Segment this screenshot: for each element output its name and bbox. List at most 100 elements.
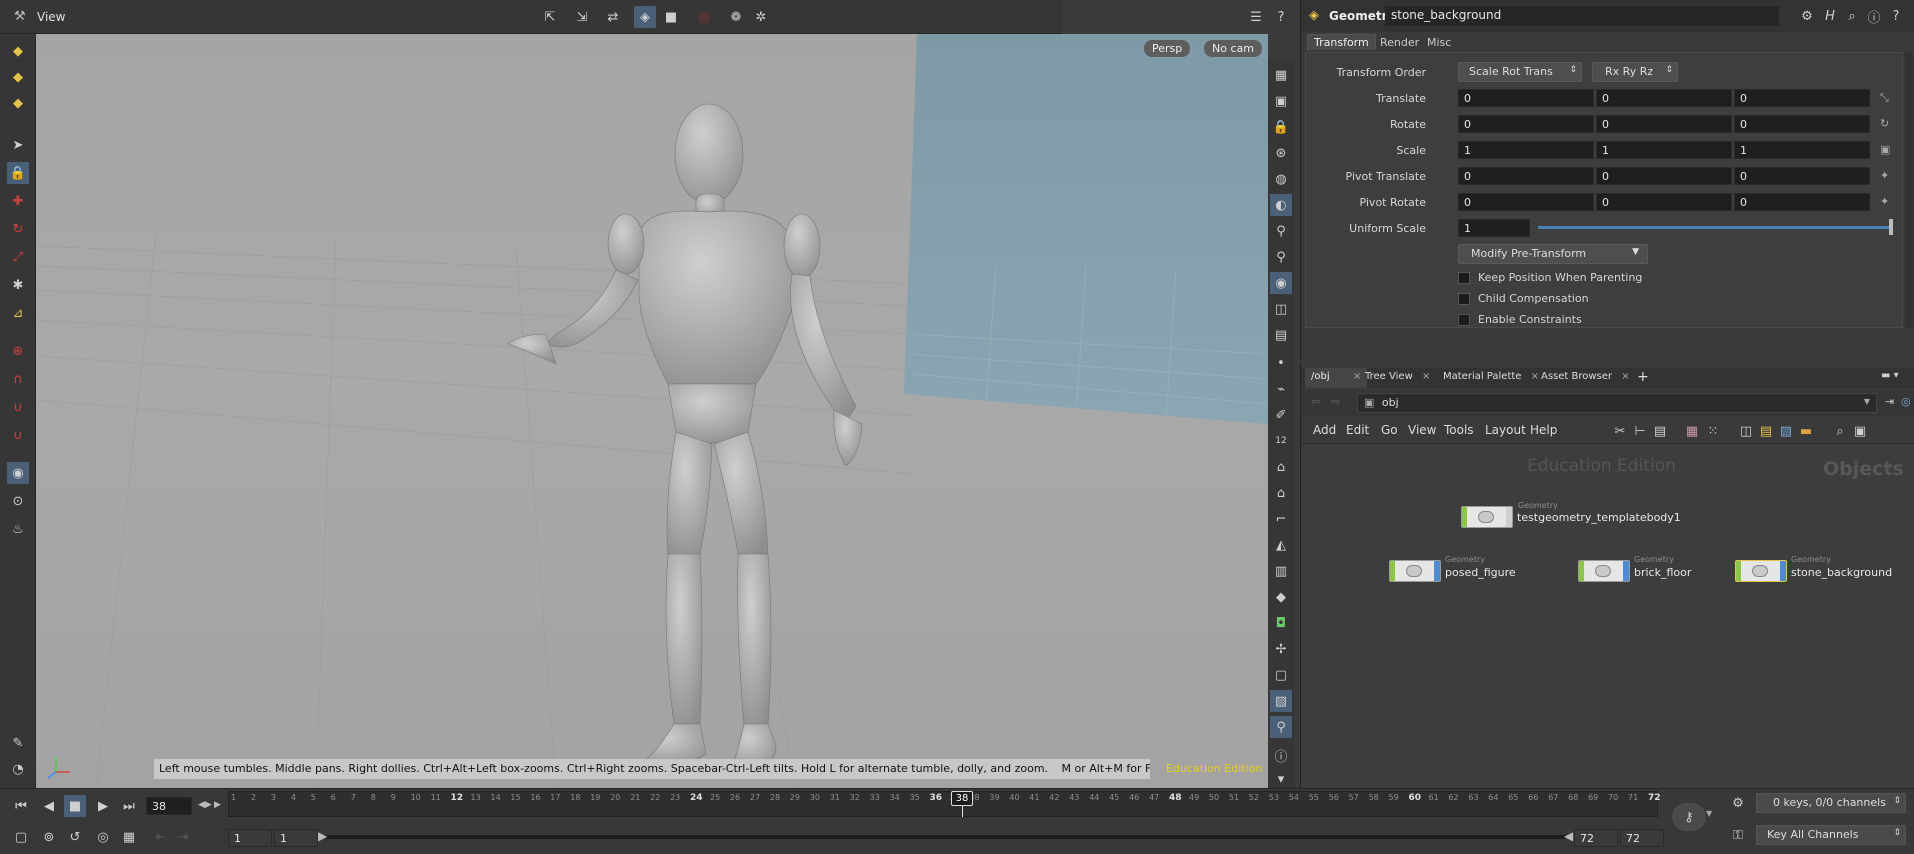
snap-icon[interactable]: ⇲ bbox=[571, 6, 593, 28]
menu-edit[interactable]: Edit bbox=[1346, 423, 1369, 437]
side-icon-25[interactable]: ▧ bbox=[1270, 690, 1292, 712]
node-render-flag[interactable] bbox=[1506, 507, 1512, 527]
forward-icon[interactable]: ⇨ bbox=[1331, 395, 1340, 408]
display-options-icon[interactable]: ◈ bbox=[634, 6, 656, 28]
bottom-tool-icon[interactable]: ✎ bbox=[7, 732, 29, 754]
tag-tool-icon[interactable]: ◆ bbox=[7, 92, 29, 114]
side-icon-14[interactable]: ✐ bbox=[1270, 404, 1292, 426]
network-canvas[interactable]: Education Edition Objects Geometry testg… bbox=[1301, 444, 1914, 788]
keys-info-field[interactable]: 0 keys, 0/0 channels ⇕ bbox=[1756, 793, 1906, 813]
translate-tool-icon[interactable]: ⤡ bbox=[1880, 91, 1889, 105]
node-display-flag[interactable] bbox=[1390, 561, 1395, 581]
bottom-icon-3[interactable]: ↺ bbox=[64, 826, 86, 848]
key-all-channels-field[interactable]: Key All Channels ⇕ bbox=[1756, 825, 1906, 845]
bottom-icon-2[interactable]: ⊚ bbox=[38, 826, 60, 848]
side-icon-28[interactable]: ▾ bbox=[1270, 768, 1292, 790]
side-icon-26[interactable]: ⚲ bbox=[1270, 716, 1292, 738]
record-icon[interactable]: ◎ bbox=[693, 6, 715, 28]
menu-layout[interactable]: Layout bbox=[1485, 423, 1526, 437]
menu-tools[interactable]: Tools bbox=[1444, 423, 1474, 437]
key-channels-icon[interactable]: ⚿ bbox=[1727, 824, 1749, 846]
add-tab-icon[interactable]: + bbox=[1637, 369, 1649, 385]
search-icon[interactable]: ⌕ bbox=[1841, 5, 1863, 27]
side-icon-21[interactable]: ◆ bbox=[1270, 586, 1292, 608]
rotate-x[interactable]: 0 bbox=[1458, 115, 1594, 133]
chevron-down-icon[interactable]: ▼ bbox=[1706, 809, 1712, 818]
help-h-icon[interactable]: H bbox=[1819, 5, 1841, 27]
view-tool-icon[interactable]: ◉ bbox=[7, 462, 29, 484]
keep-position-checkbox[interactable] bbox=[1458, 272, 1470, 284]
rotate-y[interactable]: 0 bbox=[1596, 115, 1732, 133]
node-stone-background[interactable] bbox=[1735, 560, 1787, 582]
rotate-order-select[interactable]: Rx Ry Rz ⇕ bbox=[1592, 62, 1678, 82]
menu-add[interactable]: Add bbox=[1313, 423, 1336, 437]
uniform-scale-handle[interactable] bbox=[1889, 219, 1893, 235]
ghost-icon[interactable]: ■ bbox=[660, 6, 682, 28]
keys-settings-icon[interactable]: ⚙ bbox=[1727, 792, 1749, 814]
range-slider-left-handle[interactable]: ▶ bbox=[318, 829, 327, 843]
side-icon-16[interactable]: ⌂ bbox=[1270, 456, 1292, 478]
range-end-field[interactable]: 72 bbox=[1574, 829, 1618, 847]
box-icon[interactable]: ▬ bbox=[1795, 420, 1817, 442]
side-icon-5[interactable]: ◍ bbox=[1270, 168, 1292, 190]
info-icon[interactable]: ⓘ bbox=[1863, 5, 1885, 27]
gear-icon[interactable]: ⚙ bbox=[1796, 5, 1818, 27]
image-icon[interactable]: ▨ bbox=[1775, 420, 1797, 442]
range-slider-right-handle[interactable]: ◀ bbox=[1564, 829, 1573, 843]
scale-x[interactable]: 1 bbox=[1458, 141, 1594, 159]
cam-button[interactable]: No cam bbox=[1204, 40, 1262, 57]
bottom-icon-1[interactable]: ▢ bbox=[10, 826, 32, 848]
side-icon-23[interactable]: ✢ bbox=[1270, 638, 1292, 660]
close-icon[interactable]: × bbox=[1621, 371, 1629, 382]
translate-z[interactable]: 0 bbox=[1734, 89, 1870, 107]
tab-transform[interactable]: Transform bbox=[1307, 34, 1376, 50]
list-icon[interactable]: ▤ bbox=[1649, 420, 1671, 442]
scale-tool-icon[interactable]: ▣ bbox=[1880, 143, 1890, 156]
side-icon-4[interactable]: ⊛ bbox=[1270, 142, 1292, 164]
pose-tool-icon[interactable]: ✱ bbox=[7, 274, 29, 296]
bottom-icon-6[interactable]: ⇤ bbox=[150, 826, 172, 848]
side-icon-12[interactable]: • bbox=[1270, 352, 1292, 374]
range-start-field[interactable]: 1 bbox=[228, 829, 272, 847]
translate-x[interactable]: 0 bbox=[1458, 89, 1594, 107]
param-scrollbar[interactable] bbox=[1905, 52, 1913, 328]
help-icon-params[interactable]: ? bbox=[1885, 5, 1907, 27]
pin-icon[interactable]: ⇥ bbox=[1885, 395, 1894, 408]
pivot-translate-y[interactable]: 0 bbox=[1596, 167, 1732, 185]
select-mode-icon[interactable]: ⇱ bbox=[539, 6, 561, 28]
side-icon-11[interactable]: ▤ bbox=[1270, 324, 1292, 346]
menu-help[interactable]: Help bbox=[1530, 423, 1557, 437]
menu-go[interactable]: Go bbox=[1381, 423, 1398, 437]
pivot-rotate-icon[interactable]: ✦ bbox=[1880, 195, 1889, 208]
transform-icon[interactable]: ⇄ bbox=[602, 6, 624, 28]
camera-icon[interactable]: ❁ bbox=[725, 6, 747, 28]
rotate-tool-icon[interactable]: ↻ bbox=[7, 218, 29, 240]
back-icon[interactable]: ⇦ bbox=[1311, 395, 1320, 408]
uniform-scale-slider[interactable] bbox=[1538, 226, 1892, 229]
pane-menu-icon[interactable]: ▬ ▾ bbox=[1881, 370, 1899, 381]
tab-obj[interactable]: /obj × bbox=[1305, 368, 1368, 388]
lock-tool-icon[interactable]: 🔒 bbox=[7, 162, 29, 184]
render-tool-icon[interactable]: ♨ bbox=[7, 518, 29, 540]
range-start-field-2[interactable]: 1 bbox=[274, 829, 318, 847]
node-name-field[interactable]: stone_background bbox=[1385, 6, 1779, 26]
side-icon-3[interactable]: 🔒 bbox=[1270, 116, 1292, 138]
side-icon-6[interactable]: ◐ bbox=[1270, 194, 1292, 216]
side-icon-7[interactable]: ⚲ bbox=[1270, 220, 1292, 242]
pivot-rotate-y[interactable]: 0 bbox=[1596, 193, 1732, 211]
node-display-flag[interactable] bbox=[1736, 561, 1741, 581]
side-icon-2[interactable]: ▣ bbox=[1270, 90, 1292, 112]
dots-grid-icon[interactable]: ⁙ bbox=[1702, 420, 1724, 442]
tab-asset-browser[interactable]: Asset Browser × bbox=[1535, 368, 1636, 388]
node-testgeometry[interactable] bbox=[1461, 506, 1513, 528]
side-icon-17[interactable]: ⌂ bbox=[1270, 482, 1292, 504]
side-icon-27[interactable]: ⓘ bbox=[1270, 744, 1292, 766]
enable-constraints-checkbox[interactable] bbox=[1458, 314, 1470, 326]
side-icon-22[interactable]: ◘ bbox=[1270, 612, 1292, 634]
paint-tool-icon[interactable]: ◆ bbox=[7, 40, 29, 62]
magnet-icon[interactable]: ∪ bbox=[7, 396, 29, 418]
pivot-translate-icon[interactable]: ✦ bbox=[1880, 169, 1889, 182]
node-display-flag[interactable] bbox=[1579, 561, 1584, 581]
tree-icon[interactable]: ⊢ bbox=[1629, 420, 1651, 442]
child-compensation-checkbox[interactable] bbox=[1458, 293, 1470, 305]
